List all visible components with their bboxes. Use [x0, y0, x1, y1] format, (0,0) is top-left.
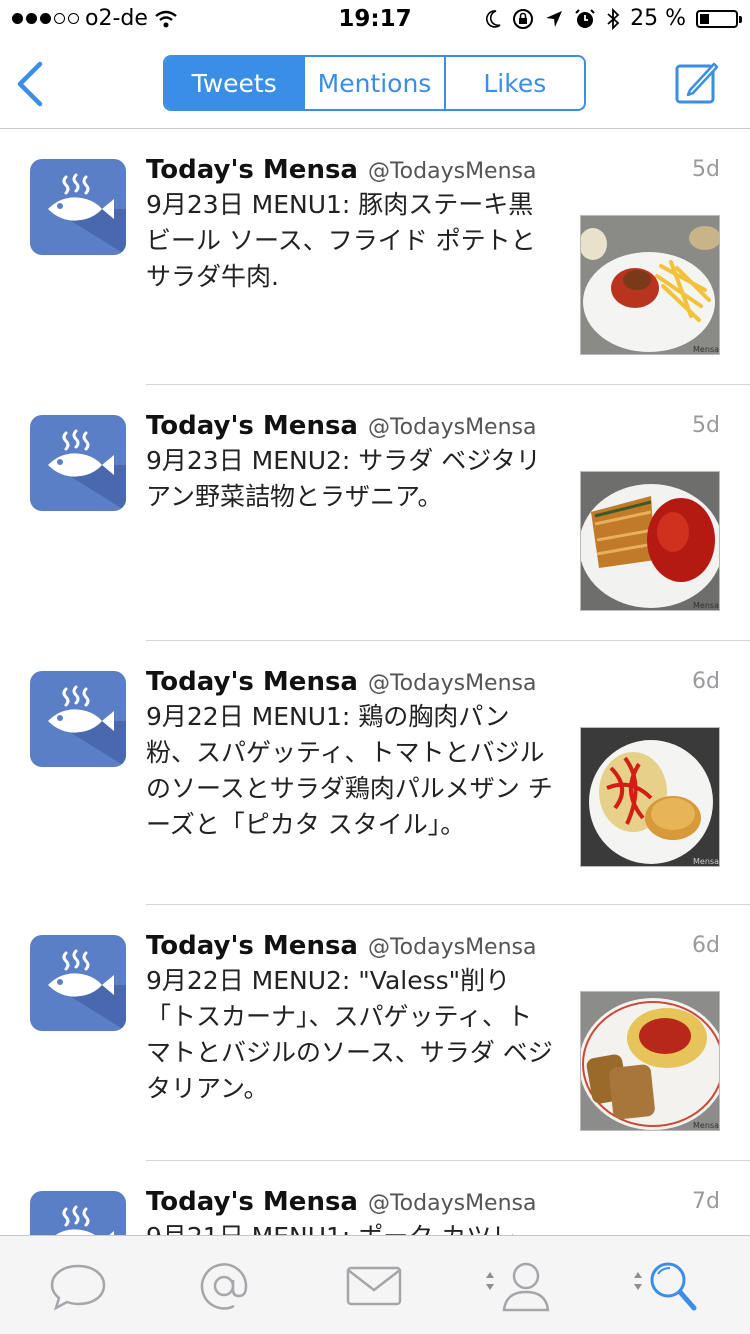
- fish-logo-icon: [30, 1191, 126, 1236]
- profile-icon[interactable]: [482, 1258, 552, 1314]
- fish-logo-icon: [30, 159, 126, 255]
- compose-icon[interactable]: [674, 60, 720, 106]
- tweet-time: 5d: [692, 413, 720, 438]
- bottom-tab-bar: [0, 1235, 750, 1334]
- author-handle: @TodaysMensa: [367, 159, 537, 184]
- author-name[interactable]: Today's Mensa: [146, 1187, 358, 1217]
- avatar[interactable]: [30, 671, 126, 767]
- location-arrow-icon: [546, 10, 563, 27]
- tweet-time: 6d: [692, 669, 720, 694]
- tab-mentions[interactable]: Mentions: [303, 57, 443, 109]
- tweet-time: 7d: [692, 1189, 720, 1214]
- food-photo-thumbnail[interactable]: Mensa-: [580, 471, 720, 611]
- thumbnail-caption: Mensa-: [693, 601, 720, 610]
- avatar[interactable]: [30, 159, 126, 255]
- battery-percent: 25 %: [630, 6, 686, 31]
- avatar[interactable]: [30, 1191, 126, 1236]
- status-right: 25 %: [484, 6, 742, 31]
- at-sign-icon[interactable]: [194, 1258, 254, 1314]
- food-photo-thumbnail[interactable]: Mensa-: [580, 215, 720, 355]
- orientation-lock-icon: [513, 8, 534, 29]
- avatar[interactable]: [30, 415, 126, 511]
- envelope-icon[interactable]: [344, 1258, 404, 1314]
- food-photo-thumbnail[interactable]: Mensa-: [580, 991, 720, 1131]
- chat-bubble-icon[interactable]: [48, 1258, 108, 1314]
- author-name[interactable]: Today's Mensa: [146, 931, 358, 961]
- moon-icon: [486, 9, 501, 28]
- tweet-item[interactable]: Today's Mensa @TodaysMensa 5d 9月23日 MENU2…: [30, 385, 750, 641]
- back-chevron-icon[interactable]: [12, 58, 52, 110]
- tweet-text: 9月23日 MENU2: サラダ ベジタリアン野菜詰物とラザニア。: [146, 446, 541, 511]
- author-handle: @TodaysMensa: [367, 671, 537, 696]
- tweet-time: 6d: [692, 933, 720, 958]
- tweet-item[interactable]: Today's Mensa @TodaysMensa 6d 9月22日 MENU2…: [30, 905, 750, 1161]
- fish-logo-icon: [30, 415, 126, 511]
- thumbnail-caption: Mensa-: [693, 857, 720, 866]
- fish-logo-icon: [30, 935, 126, 1031]
- bluetooth-icon: [607, 7, 620, 30]
- author-handle: @TodaysMensa: [367, 935, 537, 960]
- tweet-text: 9月22日 MENU2: "Valess"削り「トスカーナ」、スパゲッティ、トマ…: [146, 966, 553, 1103]
- tweet-time: 5d: [692, 157, 720, 182]
- tweet-text: 9月23日 MENU1: 豚肉ステーキ黒ビール ソース、フライド ポテトとサラダ…: [146, 190, 536, 291]
- avatar[interactable]: [30, 935, 126, 1031]
- status-bar: o2-de 19:17 25 %: [0, 0, 750, 40]
- search-icon[interactable]: [630, 1258, 700, 1314]
- tweet-item[interactable]: Today's Mensa @TodaysMensa 5d 9月23日 MENU1…: [30, 129, 750, 385]
- tweet-text: 9月22日 MENU1: 鶏の胸肉パン粉、スパゲッティ、トマトとバジルのソースと…: [146, 702, 553, 839]
- tweet-item[interactable]: Today's Mensa @TodaysMensa 6d 9月22日 MENU1…: [30, 641, 750, 905]
- navigation-bar: Tweets Mentions Likes: [0, 40, 750, 129]
- timeline-segmented-control: Tweets Mentions Likes: [163, 55, 586, 111]
- author-name[interactable]: Today's Mensa: [146, 411, 358, 441]
- fish-logo-icon: [30, 671, 126, 767]
- tab-likes[interactable]: Likes: [443, 57, 584, 109]
- author-name[interactable]: Today's Mensa: [146, 155, 358, 185]
- tweet-item[interactable]: Today's Mensa @TodaysMensa 7d 9月21日 MENU1…: [30, 1161, 750, 1236]
- alarm-clock-icon: [575, 8, 595, 28]
- tweet-feed[interactable]: Today's Mensa @TodaysMensa 5d 9月23日 MENU1…: [0, 129, 750, 1236]
- author-handle: @TodaysMensa: [367, 1191, 537, 1216]
- tab-tweets[interactable]: Tweets: [165, 57, 304, 109]
- tweet-text: 9月21日 MENU1: ポーク カツレ: [146, 1219, 556, 1236]
- author-name[interactable]: Today's Mensa: [146, 667, 358, 697]
- battery-icon: [696, 9, 742, 28]
- thumbnail-caption: Mensa-: [693, 1121, 720, 1130]
- author-handle: @TodaysMensa: [367, 415, 537, 440]
- thumbnail-caption: Mensa-: [693, 345, 720, 354]
- food-photo-thumbnail[interactable]: Mensa-: [580, 727, 720, 867]
